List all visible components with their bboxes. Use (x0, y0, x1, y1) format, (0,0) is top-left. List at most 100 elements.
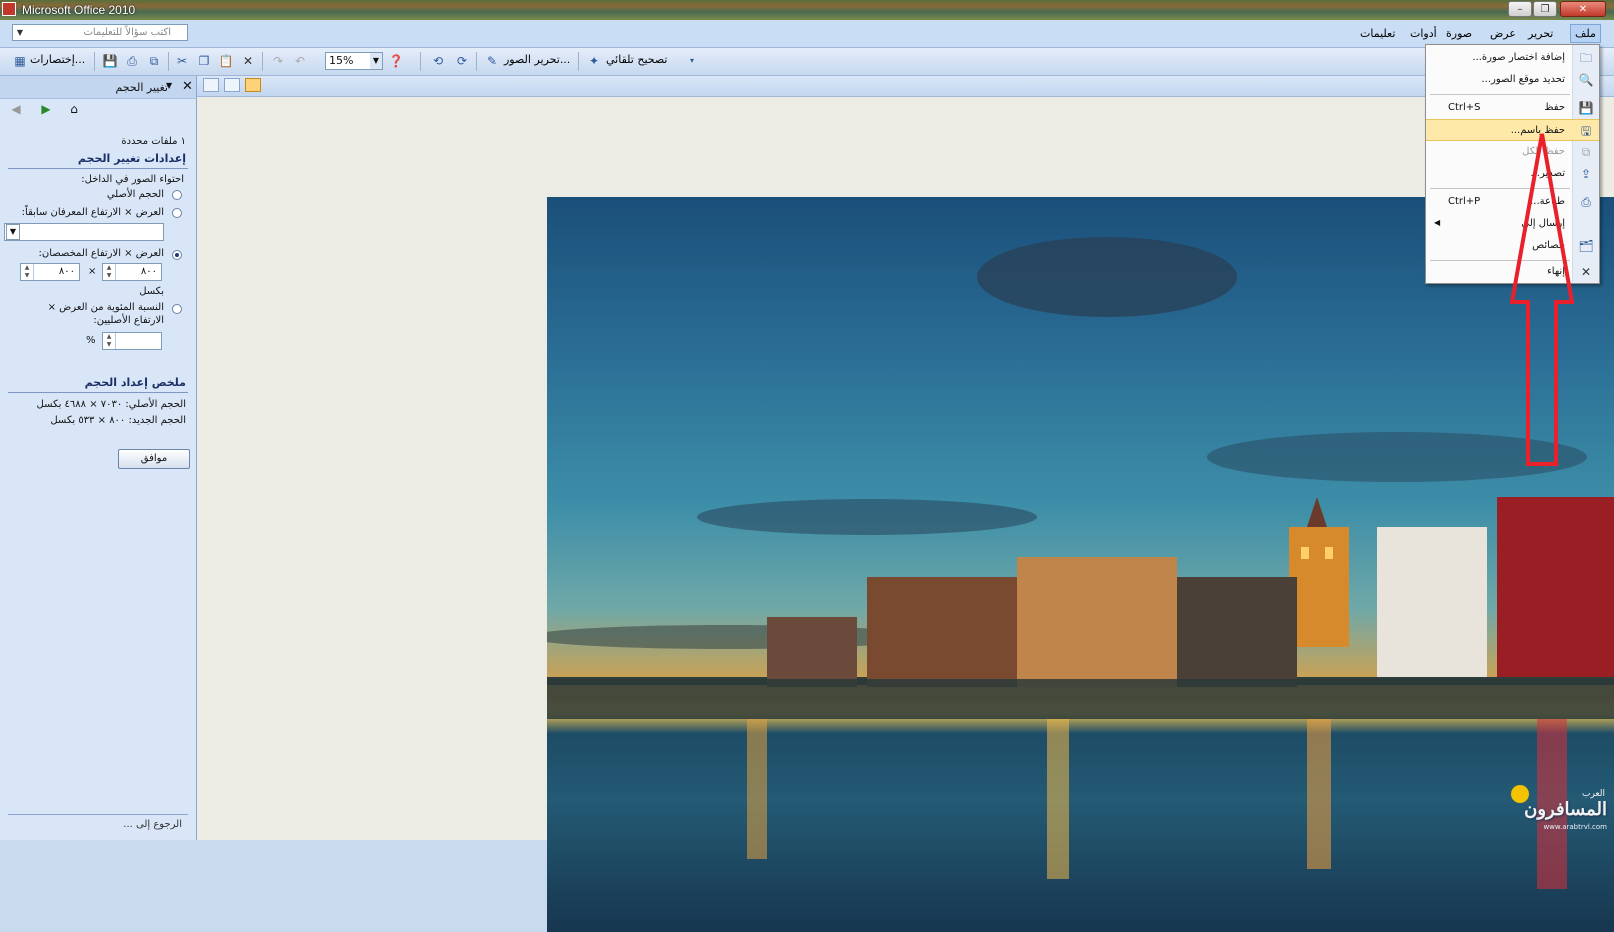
shortcuts-icon[interactable]: ▦ (12, 53, 28, 69)
menu-view[interactable]: عرض (1490, 27, 1516, 40)
ask-dropdown-icon[interactable]: ▼ (14, 25, 26, 40)
menu-item-shortcut: Ctrl+S (1448, 102, 1481, 113)
watermark-text: المسافرون (1524, 799, 1607, 820)
contain-label: احتواء الصور في الداخل: (81, 174, 184, 185)
menu-item-add-shortcut[interactable]: 🗀 إضافة اختصار صورة... (1426, 47, 1599, 69)
menu-help[interactable]: تعليمات (1360, 27, 1395, 40)
filmstrip-view-icon[interactable] (224, 78, 240, 92)
height-field[interactable]: ▲ ▼ ٨٠٠ (20, 263, 80, 281)
toolbar-separator (94, 52, 95, 71)
predefined-size-select[interactable]: ▼ (4, 223, 164, 241)
task-pane: ✕ ▼ تغيير الحجم ◀ ▶ ⌂ ١ ملفات محددة إعدا… (0, 76, 197, 840)
exit-icon: ✕ (1580, 265, 1592, 279)
edit-pictures-button[interactable]: تحرير الصور... (504, 53, 570, 69)
close-button[interactable]: ✕ (1560, 1, 1606, 17)
picture-canvas (197, 97, 1614, 932)
print-icon: ⎙ (1581, 195, 1591, 209)
menu-file[interactable]: ملف (1570, 24, 1601, 43)
resize-settings-header: إعدادات تغيير الحجم (77, 152, 186, 165)
menu-tools[interactable]: أدوات (1410, 27, 1437, 40)
menu-picture[interactable]: صورة (1446, 27, 1472, 40)
height-value: ٨٠٠ (58, 266, 75, 277)
toolbar-options-icon[interactable]: ▾ (684, 53, 700, 69)
undo-icon[interactable]: ↶ (292, 53, 308, 69)
divider (8, 392, 188, 393)
copy-to-icon[interactable]: ⧉ (146, 53, 162, 69)
redo-icon[interactable]: ↷ (270, 53, 286, 69)
autocorrect-button[interactable]: تصحيح تلقائي (606, 53, 667, 69)
task-pane-title: تغيير الحجم (115, 81, 168, 94)
menu-item-save[interactable]: 💾 حفظ Ctrl+S (1426, 97, 1599, 119)
shortcuts-button[interactable]: إختصارات... (30, 53, 85, 69)
percentage-field[interactable]: ▲ ▼ (102, 332, 162, 350)
toolbar-separator (476, 52, 477, 71)
copy-icon[interactable]: ❐ (196, 53, 212, 69)
times-sign: × (88, 266, 97, 277)
radio-percentage[interactable] (172, 304, 182, 314)
new-size-summary: الحجم الجديد: ٨٠٠ × ٥٣٣ بكسل (50, 415, 186, 426)
back-icon[interactable]: ◀ (8, 101, 24, 117)
width-spinner-icon[interactable]: ▲ ▼ (103, 264, 116, 280)
ok-button[interactable]: موافق (118, 449, 190, 469)
percentage-spinner-icon[interactable]: ▲ ▼ (103, 333, 116, 349)
rotate-right-icon[interactable]: ⟳ (454, 53, 470, 69)
autocorrect-icon[interactable]: ✦ (586, 53, 602, 69)
zoom-select[interactable]: 15% ▼ (325, 52, 383, 70)
save-all-icon: ⧉ (1581, 145, 1591, 159)
original-size-label: الحجم الأصلي (106, 189, 164, 200)
cut-icon[interactable]: ✂ (174, 53, 190, 69)
width-value: ٨٠٠ (140, 266, 157, 277)
zoom-dropdown-icon[interactable]: ▼ (370, 53, 382, 69)
toolbar-separator (578, 52, 579, 71)
toolbar: ▦ إختصارات... 💾 ⎙ ⧉ ✂ ❐ 📋 ✕ ↷ ↶ 15% ▼ ❓ … (0, 48, 1614, 76)
ask-question-box[interactable]: ▼ اكتب سؤالاً للتعليمات (12, 24, 188, 41)
height-spinner-icon[interactable]: ▲ ▼ (21, 264, 34, 280)
menu-item-label: حفظ (1544, 102, 1565, 113)
delete-icon[interactable]: ✕ (240, 53, 256, 69)
task-pane-header: ✕ ▼ تغيير الحجم (0, 76, 196, 99)
home-icon[interactable]: ⌂ (66, 101, 82, 117)
save-as-icon: 🖫 (1580, 124, 1592, 138)
divider (8, 814, 188, 815)
rotate-left-icon[interactable]: ⟲ (430, 53, 446, 69)
locate-pictures-icon: 🔍 (1578, 73, 1594, 87)
summary-header: ملخص إعداد الحجم (84, 376, 186, 389)
folder-add-icon: 🗀 (1579, 51, 1592, 65)
menu-item-label: تحديد موقع الصور... (1481, 74, 1565, 85)
single-picture-view-icon[interactable] (245, 78, 261, 92)
edit-pictures-icon[interactable]: ✎ (484, 53, 500, 69)
menu-item-locate-pictures[interactable]: 🔍 تحديد موقع الصور... (1426, 69, 1599, 91)
radio-predefined-size[interactable] (172, 208, 182, 218)
save-icon: 💾 (1578, 101, 1594, 115)
harbor-photo (547, 197, 1614, 932)
photo-illustration (547, 237, 1614, 889)
radio-custom-size[interactable] (172, 250, 182, 260)
percent-sign: % (86, 335, 96, 346)
arrow-up-icon (1509, 133, 1575, 466)
save-icon[interactable]: 💾 (102, 53, 118, 69)
close-pane-icon[interactable]: ✕ (182, 79, 193, 94)
bottom-link[interactable]: الرجوع إلى ... (123, 819, 182, 830)
help-icon[interactable]: ❓ (388, 53, 404, 69)
paste-icon[interactable]: 📋 (218, 53, 234, 69)
radio-original-size[interactable] (172, 190, 182, 200)
print-icon[interactable]: ⎙ (124, 53, 140, 69)
toolbar-separator (168, 52, 169, 71)
maximize-button[interactable]: ❐ (1533, 1, 1557, 17)
predefined-size-label: العرض × الارتفاع المعرفان سابقاً: (21, 207, 164, 218)
width-field[interactable]: ▲ ▼ ٨٠٠ (102, 263, 162, 281)
export-icon: ⇪ (1580, 167, 1592, 181)
minimize-button[interactable]: – (1508, 1, 1532, 17)
predefined-dropdown-icon[interactable]: ▼ (6, 224, 20, 240)
app-icon (2, 2, 16, 16)
menu-edit[interactable]: تحرير (1528, 27, 1553, 40)
view-mode-strip (197, 76, 1614, 97)
custom-size-label: العرض × الارتفاع المخصصان: (38, 248, 164, 259)
thumbnail-view-icon[interactable] (203, 78, 219, 92)
red-arrow-annotation (1509, 132, 1575, 475)
window-title: Microsoft Office 2010 (22, 3, 136, 17)
forward-icon[interactable]: ▶ (38, 101, 54, 117)
title-bar: Microsoft Office 2010 – ❐ ✕ (0, 0, 1614, 20)
watermark-url: www.arabtrvl.com (1543, 823, 1607, 831)
menu-bar: ▼ اكتب سؤالاً للتعليمات تعليمات أدوات صو… (0, 20, 1614, 48)
